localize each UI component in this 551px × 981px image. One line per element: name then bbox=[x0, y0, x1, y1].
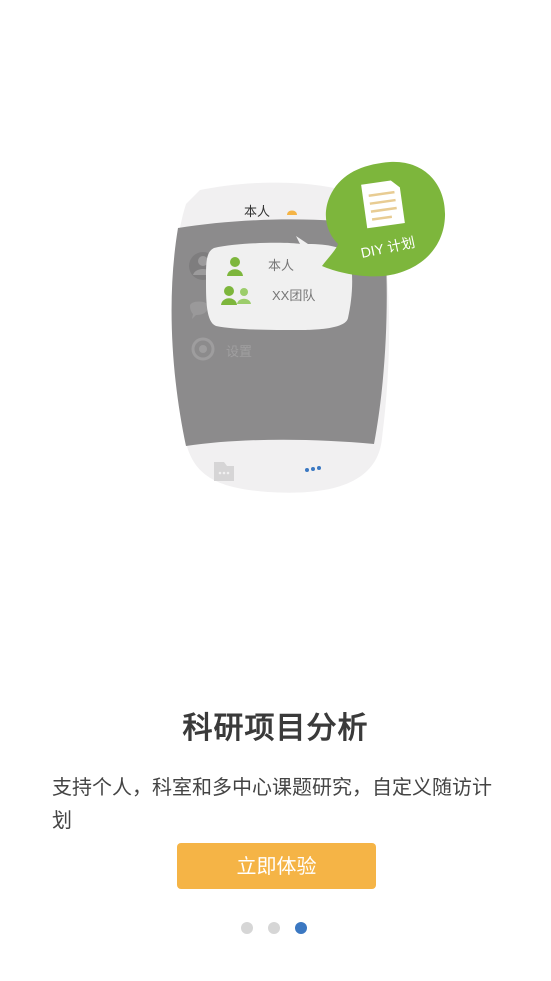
mockup-header-label: 本人 bbox=[244, 204, 270, 219]
feature-description: 支持个人，科室和多中心课题研究，自定义随访计划 bbox=[52, 775, 492, 832]
person-icon bbox=[230, 257, 240, 267]
group-icon bbox=[224, 286, 234, 296]
page-title: 科研项目分析 bbox=[182, 711, 369, 746]
menu-item-team: XX团队 bbox=[272, 288, 315, 303]
onboarding-illustration: 本人 设置 本人 XX团队 DIY 计划 bbox=[171, 161, 446, 493]
page-dot-3[interactable] bbox=[295, 922, 307, 934]
page-dot-2[interactable] bbox=[268, 922, 280, 934]
popup-menu-bubble bbox=[206, 236, 353, 330]
document-icon bbox=[361, 180, 405, 229]
page-dot-1[interactable] bbox=[241, 922, 253, 934]
page-indicator bbox=[241, 922, 307, 936]
try-now-button[interactable]: 立即体验 bbox=[177, 843, 376, 889]
drawer-settings-label: 设置 bbox=[226, 344, 252, 359]
menu-item-self: 本人 bbox=[268, 258, 294, 273]
